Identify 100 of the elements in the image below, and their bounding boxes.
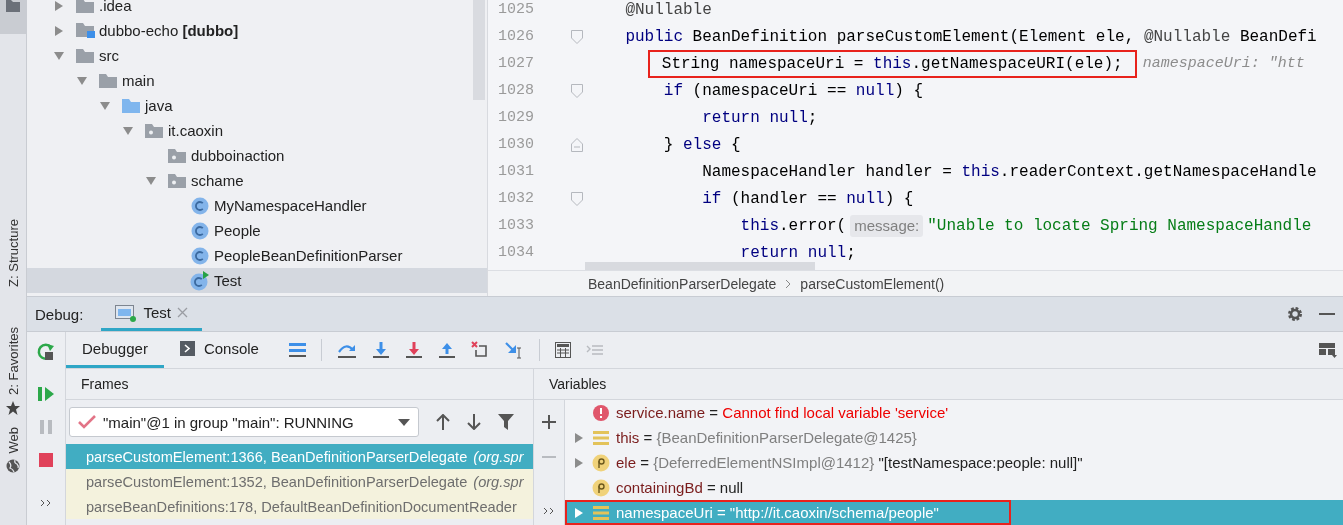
variable-text[interactable]: service.name = Cannot find local variable 'service'	[616, 404, 949, 421]
close-icon[interactable]	[176, 307, 188, 318]
class-icon	[191, 221, 209, 240]
globe-icon	[6, 459, 20, 474]
runnable-class-icon	[190, 270, 210, 291]
expand-arrow-icon[interactable]	[574, 456, 584, 469]
tree-item[interactable]: schame	[27, 168, 487, 193]
tree-item[interactable]: src	[27, 43, 487, 68]
line-number: 1029	[497, 109, 534, 126]
tree-item[interactable]: java	[27, 93, 487, 118]
variable-text[interactable]: containingBd = null	[616, 479, 744, 496]
field-icon	[593, 429, 609, 446]
fold-marker-icon[interactable]	[571, 83, 583, 98]
error-icon	[593, 404, 609, 421]
inline-value-hint: namespaceUri: "htt	[1142, 55, 1305, 72]
breadcrumb[interactable]: BeanDefinitionParserDelegate	[588, 275, 777, 292]
tree-label: .idea	[99, 0, 132, 14]
collapse-arrow-icon[interactable]	[122, 125, 134, 136]
code-text: String namespaceUri = this.getNamespaceURI(ele);	[647, 49, 1137, 78]
breadcrumb[interactable]: parseCustomElement()	[800, 275, 945, 292]
folder-icon	[76, 48, 94, 63]
layout-icon[interactable]	[1319, 342, 1337, 358]
fold-marker-icon[interactable]	[571, 29, 583, 44]
code-text: if (handler == null) {	[701, 188, 915, 210]
tree-label: java	[145, 97, 173, 114]
tree-label: main	[122, 72, 155, 89]
tool-window-label[interactable]: Z: Structure	[5, 219, 21, 287]
thread-dropdown[interactable]: "main"@1 in group "main": RUNNING	[69, 407, 419, 437]
field-icon	[593, 504, 609, 521]
variable-text[interactable]: this = {BeanDefinitionParserDelegate@1425}	[616, 429, 917, 446]
tree-item[interactable]: People	[27, 218, 487, 243]
tree-item[interactable]: it.caoxin	[27, 118, 487, 143]
variable-row[interactable]: service.name = Cannot find local variable 'service'	[565, 400, 1343, 425]
variable-row[interactable]: containingBd = null	[565, 475, 1343, 500]
run-to-cursor-icon[interactable]	[503, 341, 524, 359]
expand-arrow-icon[interactable]	[54, 24, 64, 37]
code-text: return null;	[701, 107, 819, 129]
view-list-icon[interactable]	[288, 342, 306, 358]
collapse-arrow-icon[interactable]	[99, 100, 111, 111]
collapse-arrow-icon[interactable]	[145, 175, 157, 186]
fold-marker-icon[interactable]	[571, 137, 583, 152]
chevron-right-icon	[785, 278, 792, 289]
variable-row[interactable]: ele = {DeferredElementNSImpl@1412} "[testNamespace:people: null]"	[565, 450, 1343, 475]
drop-frame-icon[interactable]	[470, 341, 489, 359]
force-step-into-icon[interactable]	[404, 341, 423, 359]
tree-label: src	[99, 47, 119, 64]
tool-window-label[interactable]: 2: Favorites	[5, 326, 21, 395]
settings-icon[interactable]	[1287, 306, 1303, 322]
tree-label: Test	[214, 272, 242, 289]
code-text: } else {	[662, 134, 742, 156]
run-window-icon	[115, 303, 138, 322]
tree-item[interactable]: dubbo-echo [dubbo]	[27, 18, 487, 43]
collapse-arrow-icon[interactable]	[53, 50, 65, 61]
collapse-arrow-icon[interactable]	[76, 75, 88, 86]
tree-item[interactable]: main	[27, 68, 487, 93]
tree-item[interactable]: PeopleBeanDefinitionParser	[27, 243, 487, 268]
code-text: "Unable to locate Spring NamespaceHandle	[926, 215, 1313, 237]
tree-label: PeopleBeanDefinitionParser	[214, 247, 403, 264]
more-icon[interactable]	[40, 499, 52, 507]
expand-arrow-icon[interactable]	[574, 506, 584, 519]
folder-icon	[122, 98, 140, 113]
scrollbar-thumb[interactable]	[585, 262, 815, 270]
calculator-icon[interactable]	[554, 342, 571, 358]
tree-item[interactable]: MyNamespaceHandler	[27, 193, 487, 218]
add-icon[interactable]	[542, 415, 556, 429]
more-icon[interactable]	[543, 507, 555, 515]
code-text: return null;	[739, 242, 857, 262]
rerun-icon[interactable]	[36, 342, 56, 362]
caret-down-icon	[398, 418, 410, 426]
variable-row[interactable]: this = {BeanDefinitionParserDelegate@1425}	[565, 425, 1343, 450]
session-tab[interactable]: Test	[101, 297, 202, 331]
code-text: public BeanDefinition parseCustomElement(Element ele, @Nullable BeanDefi	[624, 26, 1318, 48]
step-out-icon[interactable]	[437, 341, 456, 359]
debug-tab[interactable]: Console	[163, 332, 275, 368]
tool-window-label[interactable]: Web	[5, 426, 21, 454]
frame-item[interactable]: parseCustomElement:1352, BeanDefinitionParserDelegate (org.spr	[66, 469, 533, 494]
resume-icon[interactable]	[37, 385, 55, 403]
pane-header: Frames	[66, 369, 533, 400]
minimize-icon[interactable]	[1319, 312, 1335, 316]
frame-item[interactable]: parseBeanDefinitions:178, DefaultBeanDefinitionDocumentReader	[66, 494, 533, 519]
tab-label: Test	[143, 304, 171, 321]
folder-icon	[99, 73, 117, 88]
expand-arrow-icon[interactable]	[54, 0, 64, 12]
tree-item[interactable]: .idea	[27, 0, 487, 18]
expand-arrow-icon[interactable]	[574, 431, 584, 444]
debug-tab[interactable]: Debugger	[66, 332, 164, 368]
variable-text[interactable]: ele = {DeferredElementNSImpl@1412} "[testNamespace:people: null]"	[616, 454, 1083, 471]
fold-marker-icon[interactable]	[571, 191, 583, 206]
arrow-up-icon[interactable]	[436, 414, 450, 430]
trace-icon[interactable]	[585, 343, 604, 357]
filter-icon[interactable]	[498, 414, 514, 430]
folder-icon[interactable]	[6, 0, 20, 12]
tree-item[interactable]: Test	[27, 268, 487, 293]
line-number: 1028	[497, 82, 534, 99]
tree-item[interactable]: dubboinaction	[27, 143, 487, 168]
code-text: @Nullable	[624, 0, 713, 21]
pause-icon[interactable]	[39, 419, 53, 435]
arrow-down-icon[interactable]	[467, 414, 481, 430]
class-icon	[191, 246, 209, 265]
step-into-icon[interactable]	[371, 341, 390, 359]
